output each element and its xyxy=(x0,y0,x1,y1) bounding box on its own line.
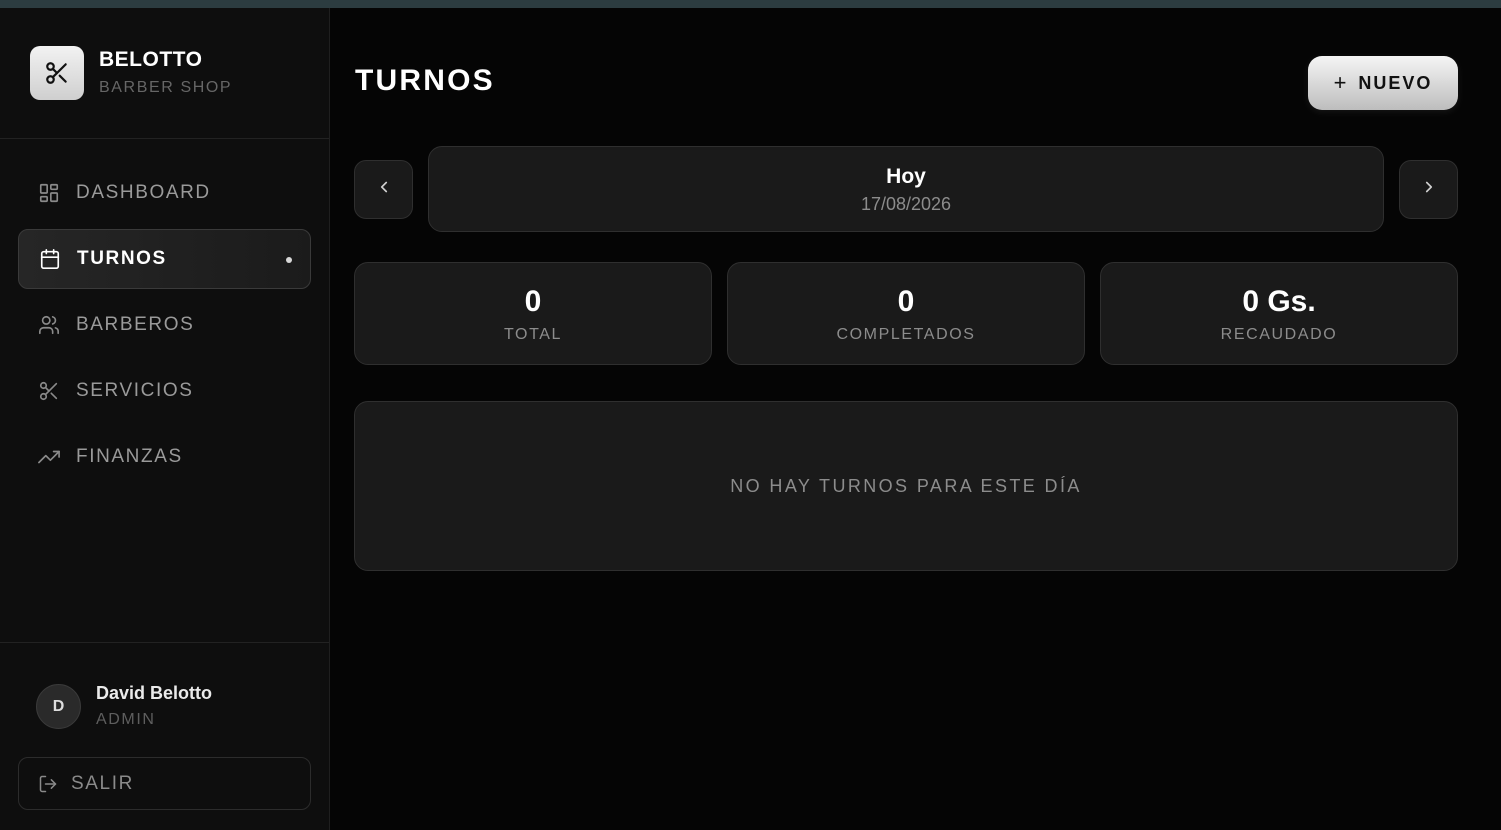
stat-value: 0 xyxy=(897,285,915,318)
sidebar-item-label: TURNOS xyxy=(77,248,167,269)
stat-value: 0 xyxy=(524,285,542,318)
sidebar-item-finanzas[interactable]: FINANZAS xyxy=(18,427,311,487)
active-indicator-dot xyxy=(286,257,292,263)
next-day-button[interactable] xyxy=(1399,160,1458,219)
sidebar: BELOTTO BARBER SHOP DASHBOARD TURNOS BAR… xyxy=(0,8,330,830)
sidebar-item-label: SERVICIOS xyxy=(76,380,194,401)
logout-icon xyxy=(37,773,59,795)
empty-state: NO HAY TURNOS PARA ESTE DÍA xyxy=(354,401,1458,571)
previous-day-button[interactable] xyxy=(354,160,413,219)
sidebar-item-barberos[interactable]: BARBEROS xyxy=(18,295,311,355)
brand-subtitle: BARBER SHOP xyxy=(99,79,233,96)
plus-icon: + xyxy=(1333,70,1349,95)
logout-label: SALIR xyxy=(71,772,134,794)
sidebar-item-turnos[interactable]: TURNOS xyxy=(18,229,311,289)
chevron-right-icon xyxy=(1420,178,1438,201)
new-button-label: NUEVO xyxy=(1358,72,1433,93)
stat-label: RECAUDADO xyxy=(1220,326,1338,343)
stat-label: TOTAL xyxy=(503,326,563,343)
chevron-left-icon xyxy=(375,178,393,201)
scissors-icon xyxy=(30,46,84,100)
empty-state-message: NO HAY TURNOS PARA ESTE DÍA xyxy=(730,475,1082,496)
stat-value: 0 Gs. xyxy=(1242,285,1316,318)
trending-up-icon xyxy=(37,445,61,469)
scissors-icon xyxy=(37,379,61,403)
sidebar-item-servicios[interactable]: SERVICIOS xyxy=(18,361,311,421)
brand-name: BELOTTO xyxy=(99,48,203,71)
stat-card-recaudado: 0 Gs. RECAUDADO xyxy=(1100,262,1458,365)
page-title: TURNOS xyxy=(355,64,495,97)
date-value: 17/08/2026 xyxy=(860,194,952,214)
divider xyxy=(0,642,329,643)
grid-icon xyxy=(37,181,61,205)
window-top-bar xyxy=(0,0,1501,8)
new-appointment-button[interactable]: + NUEVO xyxy=(1308,56,1458,110)
brand-header: BELOTTO BARBER SHOP xyxy=(0,8,329,139)
users-icon xyxy=(37,313,61,337)
main-content: TURNOS + NUEVO Hoy 17/08/2026 0 TOTAL 0 … xyxy=(330,8,1501,830)
sidebar-item-label: BARBEROS xyxy=(76,314,195,335)
avatar[interactable]: D xyxy=(36,684,81,729)
sidebar-item-dashboard[interactable]: DASHBOARD xyxy=(18,163,311,223)
stat-card-total: 0 TOTAL xyxy=(354,262,712,365)
user-role: ADMIN xyxy=(96,711,156,728)
stat-card-completados: 0 COMPLETADOS xyxy=(727,262,1085,365)
logout-button[interactable]: SALIR xyxy=(18,757,311,810)
stat-label: COMPLETADOS xyxy=(836,326,976,343)
date-selector[interactable]: Hoy 17/08/2026 xyxy=(428,146,1384,232)
sidebar-item-label: FINANZAS xyxy=(76,446,183,467)
calendar-icon xyxy=(38,247,62,271)
user-name: David Belotto xyxy=(96,683,213,703)
date-label: Hoy xyxy=(886,165,926,188)
sidebar-item-label: DASHBOARD xyxy=(76,182,211,203)
